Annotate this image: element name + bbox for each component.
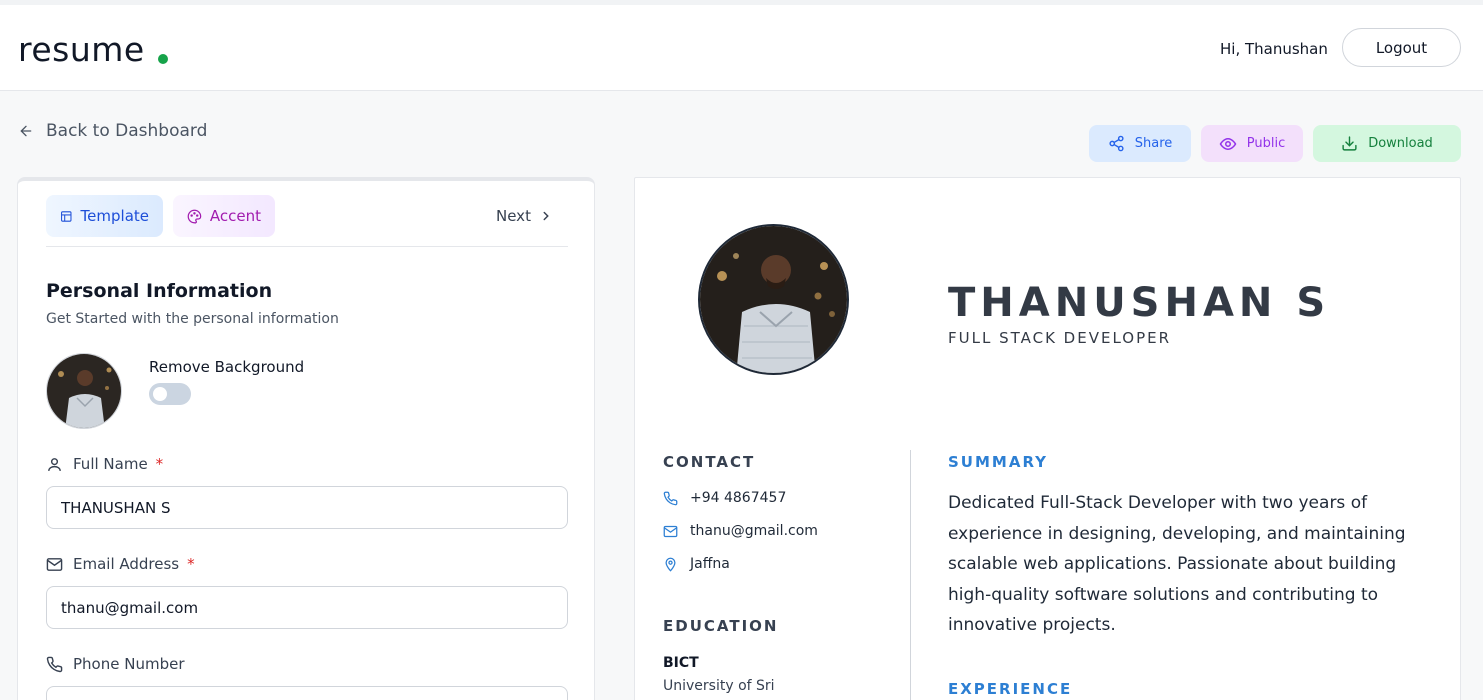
education-institution: University of Sri <box>663 678 775 694</box>
download-icon <box>1342 136 1357 151</box>
phone-label-text: Phone Number <box>73 655 185 673</box>
contact-location-text: Jaffna <box>690 556 730 572</box>
education-degree: BICT <box>663 655 699 671</box>
next-label: Next <box>496 207 531 225</box>
contact-phone-text: +94 4867457 <box>690 490 787 506</box>
download-label: Download <box>1368 136 1433 151</box>
map-pin-icon <box>665 557 676 572</box>
share-button[interactable]: Share <box>1089 125 1191 162</box>
phone-label: Phone Number <box>46 655 185 673</box>
section-title: Personal Information <box>46 280 273 302</box>
palette-icon <box>187 209 202 224</box>
full-name-label: Full Name * <box>46 455 163 473</box>
phone-icon <box>663 491 678 505</box>
next-button[interactable]: Next <box>496 207 553 225</box>
logo[interactable]: resume <box>18 30 145 69</box>
chevron-right-icon <box>543 211 549 221</box>
resume-photo <box>698 224 849 375</box>
email-input[interactable] <box>46 586 568 629</box>
mail-icon <box>663 525 678 537</box>
resume-role: FULL STACK DEVELOPER <box>948 329 1172 347</box>
experience-heading: EXPERIENCE <box>948 680 1073 698</box>
contact-email-text: thanu@gmail.com <box>690 523 818 539</box>
eye-icon <box>1219 137 1237 150</box>
tab-accent-label: Accent <box>209 207 261 225</box>
share-label: Share <box>1134 136 1173 151</box>
phone-input[interactable] <box>46 686 568 700</box>
profile-photo-thumbnail[interactable] <box>46 353 122 429</box>
full-name-input[interactable] <box>46 486 568 529</box>
remove-background-label: Remove Background <box>149 358 305 376</box>
contact-email: thanu@gmail.com <box>663 523 818 539</box>
contact-heading: CONTACT <box>663 453 756 471</box>
user-greeting: Hi, Thanushan <box>1220 40 1328 58</box>
column-divider <box>910 450 911 700</box>
back-to-dashboard-link[interactable]: Back to Dashboard <box>18 121 207 141</box>
editor-panel: Template Accent Next Personal Informatio… <box>17 177 595 700</box>
profile-photo-image <box>47 354 121 428</box>
required-mark: * <box>187 555 195 573</box>
full-name-label-text: Full Name <box>73 455 148 473</box>
public-button[interactable]: Public <box>1201 125 1303 162</box>
summary-text: Dedicated Full-Stack Developer with two … <box>948 493 1406 635</box>
download-button[interactable]: Download <box>1313 125 1461 162</box>
share-icon <box>1109 135 1124 152</box>
email-label-text: Email Address <box>73 555 180 573</box>
section-subtitle: Get Started with the personal informatio… <box>46 311 339 327</box>
education-heading: EDUCATION <box>663 617 779 635</box>
tabs-divider <box>46 246 568 247</box>
logout-button[interactable]: Logout <box>1342 28 1461 67</box>
logo-dot-icon <box>158 54 168 64</box>
summary-heading: SUMMARY <box>948 453 1049 471</box>
resume-photo-image <box>700 226 847 373</box>
mail-icon <box>46 557 63 571</box>
required-mark: * <box>155 455 164 473</box>
tab-accent[interactable]: Accent <box>173 195 275 237</box>
resume-preview: THANUSHAN S FULL STACK DEVELOPER CONTACT… <box>634 177 1461 700</box>
contact-phone: +94 4867457 <box>663 490 786 506</box>
user-icon <box>48 457 61 471</box>
remove-background-toggle[interactable] <box>149 383 191 405</box>
toggle-knob <box>153 387 167 401</box>
email-label: Email Address * <box>46 555 195 573</box>
public-label: Public <box>1246 136 1286 151</box>
phone-icon <box>46 656 63 672</box>
tab-template-label: Template <box>80 207 149 225</box>
contact-location: Jaffna <box>663 556 730 572</box>
tab-template[interactable]: Template <box>46 195 163 237</box>
layout-icon <box>61 210 72 222</box>
resume-name: THANUSHAN S <box>948 280 1331 326</box>
arrow-left-icon <box>20 125 32 137</box>
app-header: resume Hi, Thanushan Logout <box>0 5 1483 91</box>
back-label: Back to Dashboard <box>46 121 208 141</box>
